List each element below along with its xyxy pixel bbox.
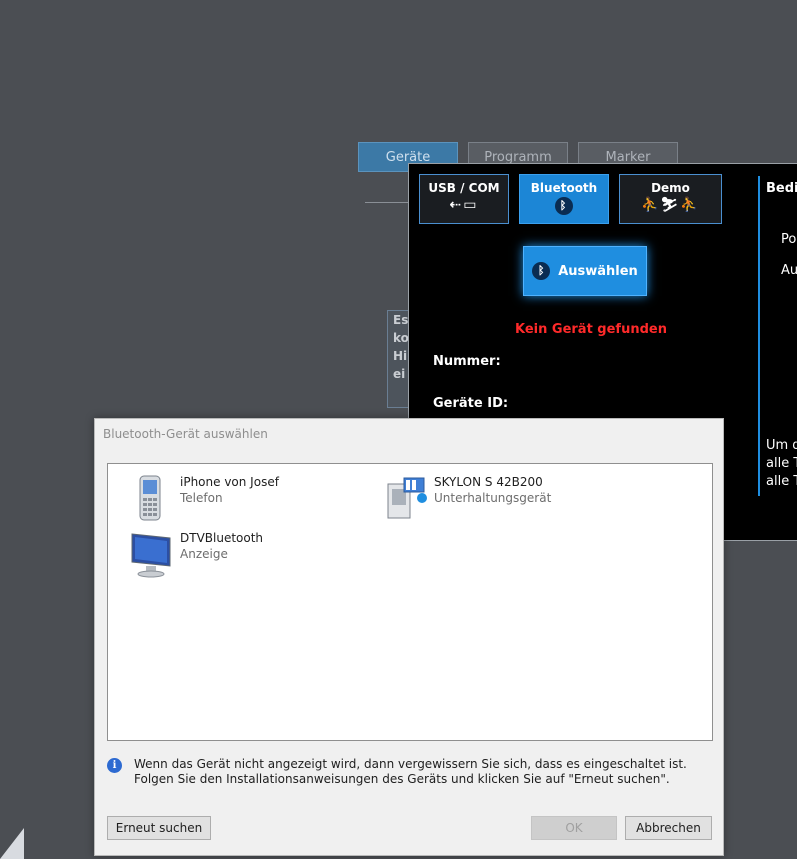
select-button-label: Auswählen xyxy=(558,263,638,279)
list-item[interactable]: iPhone von Josef Telefon xyxy=(130,474,279,522)
bluetooth-dialog: Bluetooth-Gerät auswählen iPhone von Jos… xyxy=(94,418,724,856)
monitor-icon xyxy=(130,530,174,578)
tab-demo[interactable]: Demo ⛹⛷⛹ xyxy=(619,174,722,224)
device-name: iPhone von Josef xyxy=(180,475,279,489)
tab-demo-label: Demo xyxy=(651,181,690,195)
device-name: DTVBluetooth xyxy=(180,531,264,545)
right-heading: Bedi xyxy=(766,181,797,196)
phone-icon xyxy=(130,474,174,522)
right-text: Po xyxy=(781,232,797,247)
list-item[interactable]: DTVBluetooth Anzeige xyxy=(130,530,263,578)
ok-button[interactable]: OK xyxy=(531,816,617,840)
corner-decoration xyxy=(0,828,24,859)
right-text: Au xyxy=(781,263,797,278)
device-list: iPhone von Josef Telefon SKYLON S 42B200… xyxy=(107,463,713,741)
status-message: Kein Gerät gefunden xyxy=(515,322,667,337)
right-text: alle T xyxy=(766,456,797,471)
usb-com-icon: ⇠▭ xyxy=(449,197,479,213)
device-type: Anzeige xyxy=(180,547,228,561)
device-type: Unterhaltungsgerät xyxy=(434,491,552,505)
bluetooth-icon: ᛒ xyxy=(532,262,551,280)
info-text: Wenn das Gerät nicht angezeigt wird, dan… xyxy=(134,757,687,786)
select-button[interactable]: ᛒ Auswählen xyxy=(523,246,647,296)
tab-bluetooth[interactable]: Bluetooth ᛒ xyxy=(519,174,609,224)
device-id-label: Geräte ID: xyxy=(433,396,509,411)
right-text: Um d xyxy=(766,438,797,453)
number-label: Nummer: xyxy=(433,354,501,369)
tab-usb-com[interactable]: USB / COM ⇠▭ xyxy=(419,174,509,224)
tab-bluetooth-label: Bluetooth xyxy=(530,181,598,195)
bluetooth-icon: ᛒ xyxy=(520,197,608,215)
media-device-icon xyxy=(384,474,428,522)
fitness-devices-icon: ⛹⛷⛹ xyxy=(641,197,700,213)
list-item[interactable]: SKYLON S 42B200 Unterhaltungsgerät xyxy=(384,474,551,522)
dialog-title: Bluetooth-Gerät auswählen xyxy=(103,427,268,441)
right-text: alle T xyxy=(766,474,797,489)
panel-divider xyxy=(758,176,760,496)
device-type: Telefon xyxy=(180,491,223,505)
info-icon: i xyxy=(107,758,122,773)
search-again-button[interactable]: Erneut suchen xyxy=(107,816,211,840)
device-name: SKYLON S 42B200 xyxy=(434,475,543,489)
cancel-button[interactable]: Abbrechen xyxy=(625,816,712,840)
tab-usb-com-label: USB / COM xyxy=(428,181,500,195)
